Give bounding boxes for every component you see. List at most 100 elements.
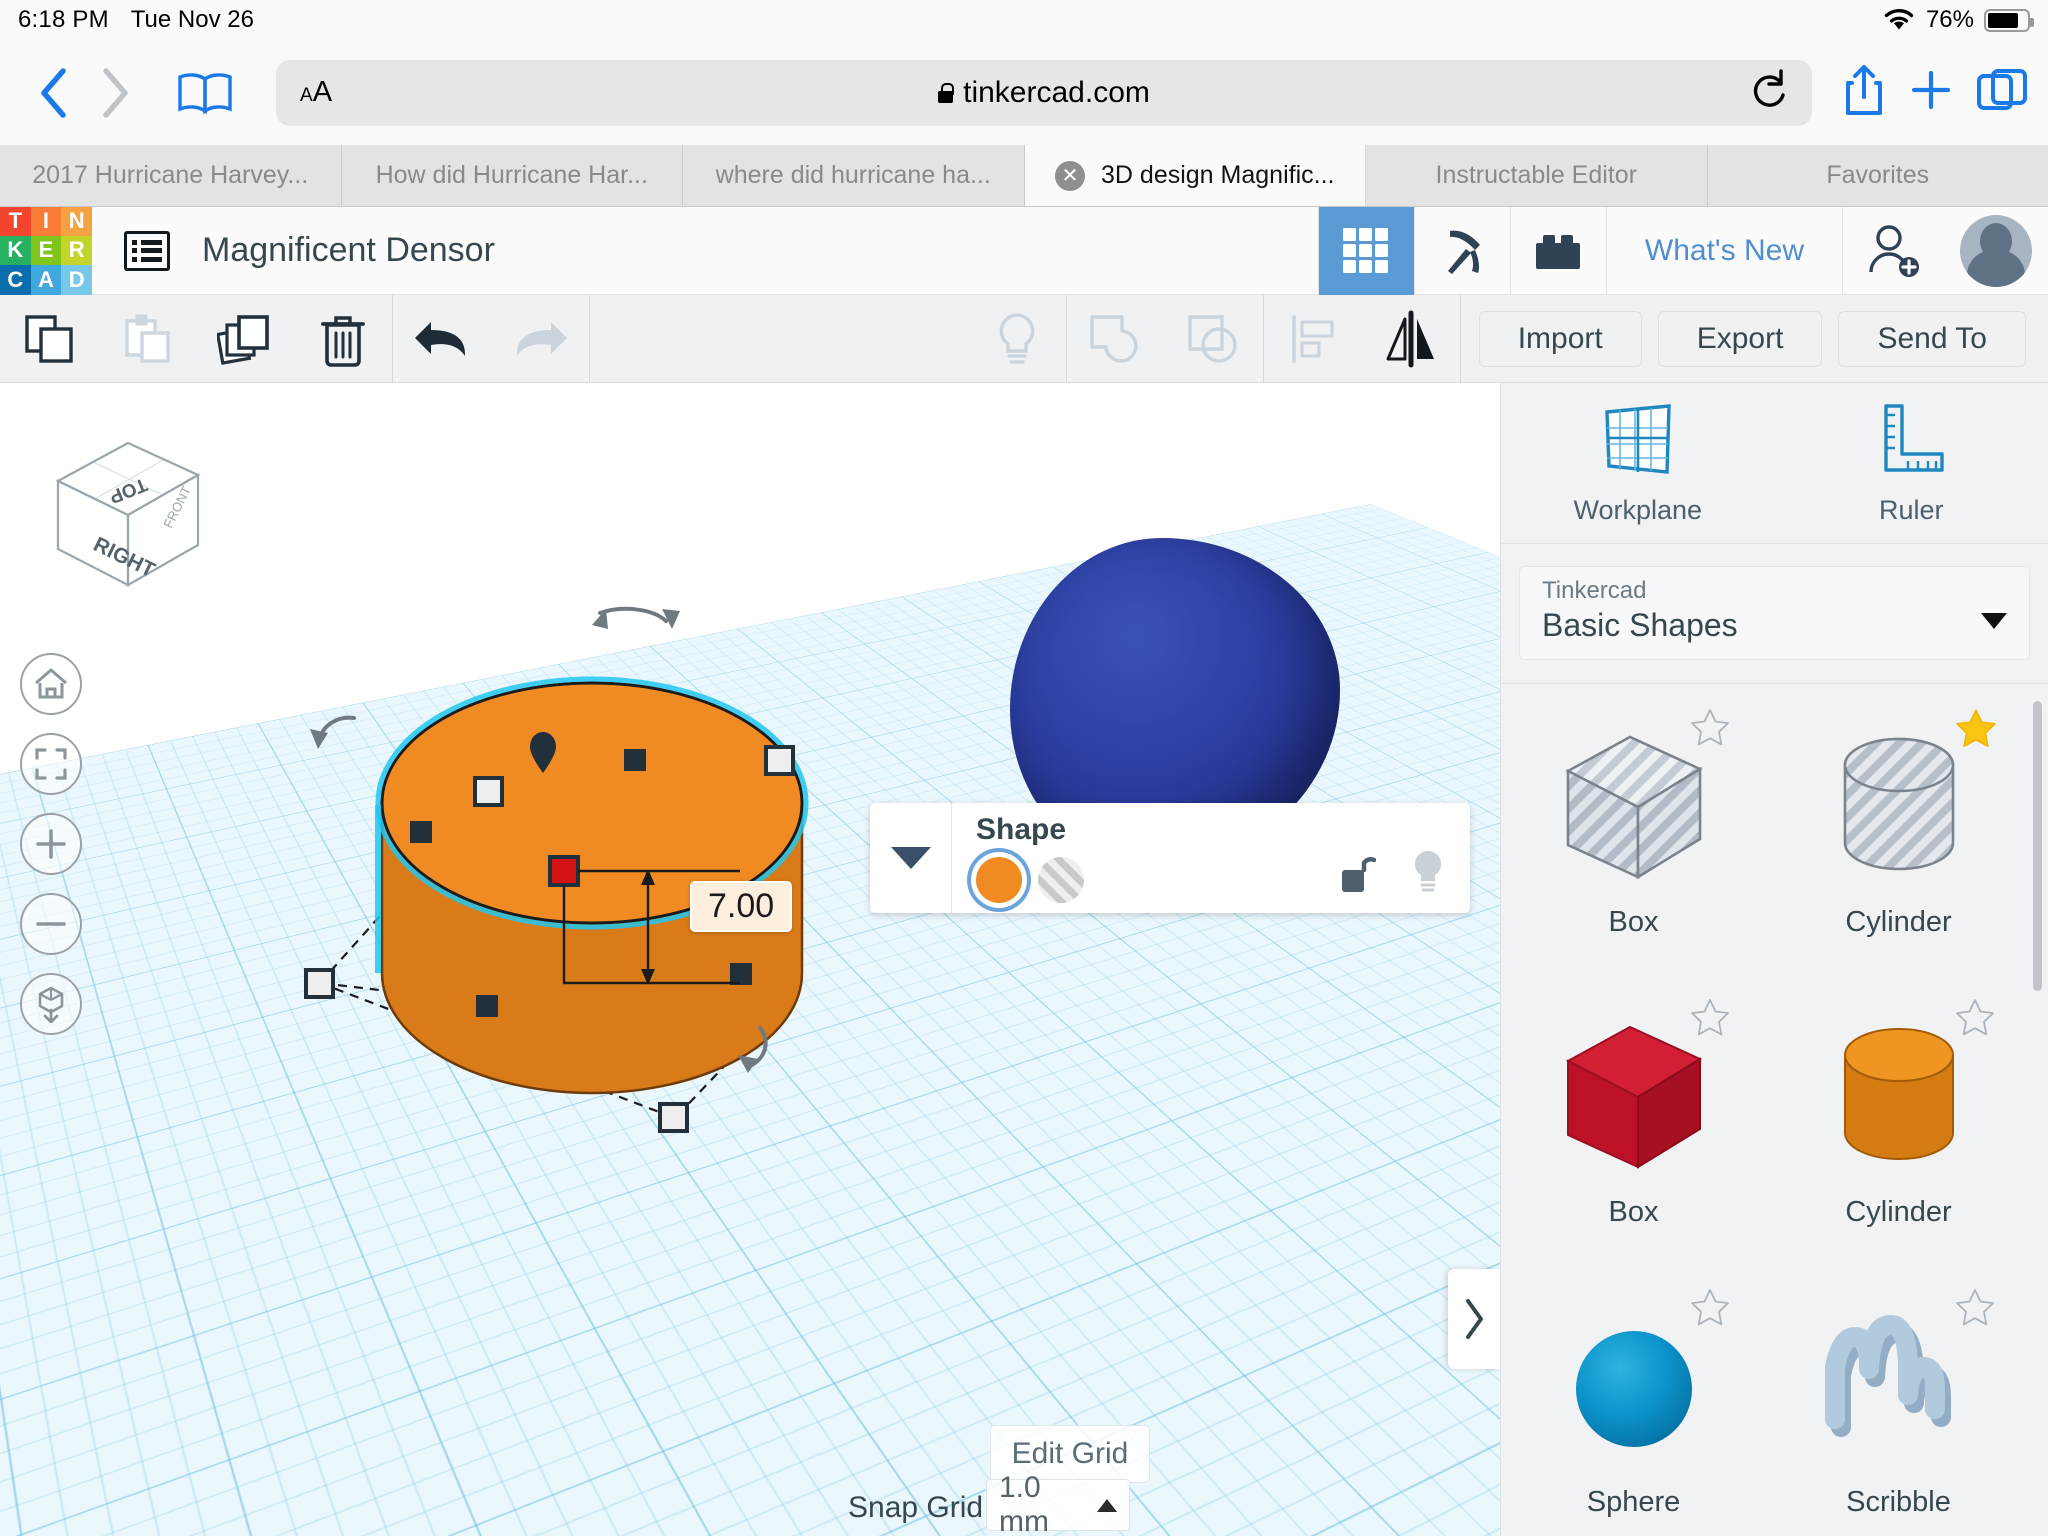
add-person-icon[interactable] bbox=[1842, 207, 1942, 295]
undo-icon[interactable] bbox=[393, 295, 491, 383]
tinkercad-header: T I N K E R C A D Magnificent Densor Wha… bbox=[0, 207, 2048, 295]
tab-close-icon[interactable]: ✕ bbox=[1055, 161, 1085, 191]
unlock-icon[interactable] bbox=[1338, 850, 1376, 899]
browser-tab[interactable]: Favorites bbox=[1708, 145, 2048, 206]
paste-icon[interactable] bbox=[98, 295, 196, 383]
status-time: 6:18 PM bbox=[18, 6, 109, 34]
shape-library-item[interactable]: Cylinder bbox=[1766, 684, 2031, 974]
send-to-button[interactable]: Send To bbox=[1838, 311, 2026, 367]
align-icon[interactable] bbox=[1264, 295, 1362, 383]
duplicate-icon[interactable] bbox=[196, 295, 294, 383]
dimension-value-badge[interactable]: 7.00 bbox=[690, 881, 792, 932]
edit-grid-label: Edit Grid bbox=[1012, 1437, 1129, 1471]
home-view-icon[interactable] bbox=[20, 653, 82, 715]
snap-grid-select[interactable]: 1.0 mm bbox=[986, 1479, 1130, 1531]
logo-tile: K bbox=[0, 236, 31, 265]
solid-color-swatch[interactable] bbox=[976, 857, 1022, 903]
lock-icon bbox=[938, 83, 953, 103]
library-source: Tinkercad bbox=[1542, 577, 2007, 605]
shape-library-item[interactable]: Sphere bbox=[1501, 1264, 1766, 1536]
sidebar-tool-ruler[interactable]: Ruler bbox=[1775, 383, 2048, 543]
favorite-star-icon[interactable] bbox=[1688, 706, 1732, 750]
zoom-out-icon[interactable] bbox=[20, 893, 82, 955]
logo-tile: I bbox=[31, 207, 62, 236]
shape-library-item[interactable]: Box bbox=[1501, 684, 1766, 974]
lightbulb-icon[interactable] bbox=[1410, 848, 1446, 899]
mirror-icon[interactable] bbox=[1362, 295, 1460, 383]
favorite-star-icon[interactable] bbox=[1688, 996, 1732, 1040]
3d-viewport[interactable]: TOP RIGHT FRONT 7.00 Shape Edit Grid Sna… bbox=[0, 383, 1500, 1536]
ungroup-icon[interactable] bbox=[1165, 295, 1263, 383]
brick-icon[interactable] bbox=[1510, 207, 1606, 295]
browser-tab[interactable]: How did Hurricane Har... bbox=[342, 145, 684, 206]
user-avatar[interactable] bbox=[1960, 215, 2032, 287]
tinkercad-logo[interactable]: T I N K E R C A D bbox=[0, 207, 92, 295]
shape-panel-title: Shape bbox=[976, 813, 1446, 847]
caret-down-icon bbox=[891, 847, 931, 869]
browser-forward-button[interactable] bbox=[84, 62, 146, 124]
tab-label: How did Hurricane Har... bbox=[376, 161, 648, 190]
editor-toolbar: Import Export Send To bbox=[0, 295, 2048, 383]
view-cube[interactable]: TOP RIGHT FRONT bbox=[28, 423, 238, 608]
favorite-star-icon[interactable] bbox=[1688, 1286, 1732, 1330]
shape-label: Scribble bbox=[1846, 1486, 1951, 1519]
sidebar-tools: Workplane Ruler bbox=[1501, 383, 2048, 543]
send-to-label: Send To bbox=[1877, 322, 1987, 356]
shape-panel-collapse[interactable] bbox=[870, 803, 952, 913]
import-button[interactable]: Import bbox=[1479, 311, 1642, 367]
shape-library-grid: Box Cylinder Box Cylinder Sphere Scribbl… bbox=[1501, 683, 2048, 1536]
bookmarks-button[interactable] bbox=[174, 62, 236, 124]
shape-library-item[interactable]: Cylinder bbox=[1766, 974, 2031, 1264]
safari-toolbar: AA tinkercad.com bbox=[0, 40, 2048, 145]
shape-label: Cylinder bbox=[1845, 906, 1951, 939]
favorite-star-icon-active[interactable] bbox=[1953, 706, 1997, 750]
shape-library-item[interactable]: Box bbox=[1501, 974, 1766, 1264]
caret-up-icon bbox=[1097, 1499, 1117, 1512]
shape-library-item[interactable]: Scribble bbox=[1766, 1264, 2031, 1536]
whats-new-button[interactable]: What's New bbox=[1606, 207, 1842, 295]
browser-tab[interactable]: where did hurricane ha... bbox=[683, 145, 1025, 206]
hole-swatch[interactable] bbox=[1038, 857, 1084, 903]
sidebar-scrollbar[interactable] bbox=[2033, 701, 2042, 991]
export-label: Export bbox=[1697, 322, 1784, 356]
selected-cylinder-object[interactable]: 7.00 bbox=[300, 573, 1100, 1333]
export-button[interactable]: Export bbox=[1658, 311, 1823, 367]
favorite-star-icon[interactable] bbox=[1953, 1286, 1997, 1330]
sidebar-divider bbox=[1501, 543, 2048, 544]
right-sidebar: Workplane Ruler Tinkercad Basic Shapes B… bbox=[1500, 383, 2048, 1536]
redo-icon[interactable] bbox=[491, 295, 589, 383]
zoom-in-icon[interactable] bbox=[20, 813, 82, 875]
caret-down-icon bbox=[1981, 613, 2007, 629]
browser-tab-active[interactable]: ✕ 3D design Magnific... bbox=[1025, 145, 1367, 206]
codeblocks-pickaxe-icon[interactable] bbox=[1414, 207, 1510, 295]
copy-icon[interactable] bbox=[0, 295, 98, 383]
lightbulb-hide-icon[interactable] bbox=[968, 295, 1066, 383]
delete-trash-icon[interactable] bbox=[294, 295, 392, 383]
blocks-grid-icon[interactable] bbox=[1318, 207, 1414, 295]
tabs-icon[interactable] bbox=[1976, 66, 2028, 119]
logo-tile: D bbox=[61, 265, 92, 294]
reload-icon[interactable] bbox=[1750, 69, 1788, 116]
shape-properties-panel[interactable]: Shape bbox=[870, 803, 1470, 913]
ortho-perspective-icon[interactable] bbox=[20, 973, 82, 1035]
plus-icon[interactable] bbox=[1908, 67, 1954, 118]
tinkercad-app-window: 6:18 PM Tue Nov 26 76% A A tinkercad.com… bbox=[0, 0, 2048, 1536]
snap-grid-label: Snap Grid bbox=[848, 1491, 983, 1525]
text-size-button[interactable]: AA bbox=[300, 76, 332, 109]
page-title[interactable]: Magnificent Densor bbox=[202, 231, 495, 270]
address-bar[interactable]: AA tinkercad.com bbox=[276, 60, 1812, 126]
favorite-star-icon[interactable] bbox=[1953, 996, 1997, 1040]
tab-label: 2017 Hurricane Harvey... bbox=[32, 161, 308, 190]
share-icon[interactable] bbox=[1842, 63, 1886, 122]
logo-tile: R bbox=[61, 236, 92, 265]
panel-collapse-handle[interactable] bbox=[1448, 1269, 1500, 1369]
browser-back-button[interactable] bbox=[22, 62, 84, 124]
shape-library-picker[interactable]: Tinkercad Basic Shapes bbox=[1519, 566, 2030, 660]
group-icon[interactable] bbox=[1067, 295, 1165, 383]
browser-tab[interactable]: Instructable Editor bbox=[1366, 145, 1708, 206]
fit-to-view-icon[interactable] bbox=[20, 733, 82, 795]
sidebar-tool-workplane[interactable]: Workplane bbox=[1501, 383, 1775, 543]
browser-tab[interactable]: 2017 Hurricane Harvey... bbox=[0, 145, 342, 206]
logo-tile: N bbox=[61, 207, 92, 236]
list-menu-icon[interactable] bbox=[124, 231, 170, 271]
